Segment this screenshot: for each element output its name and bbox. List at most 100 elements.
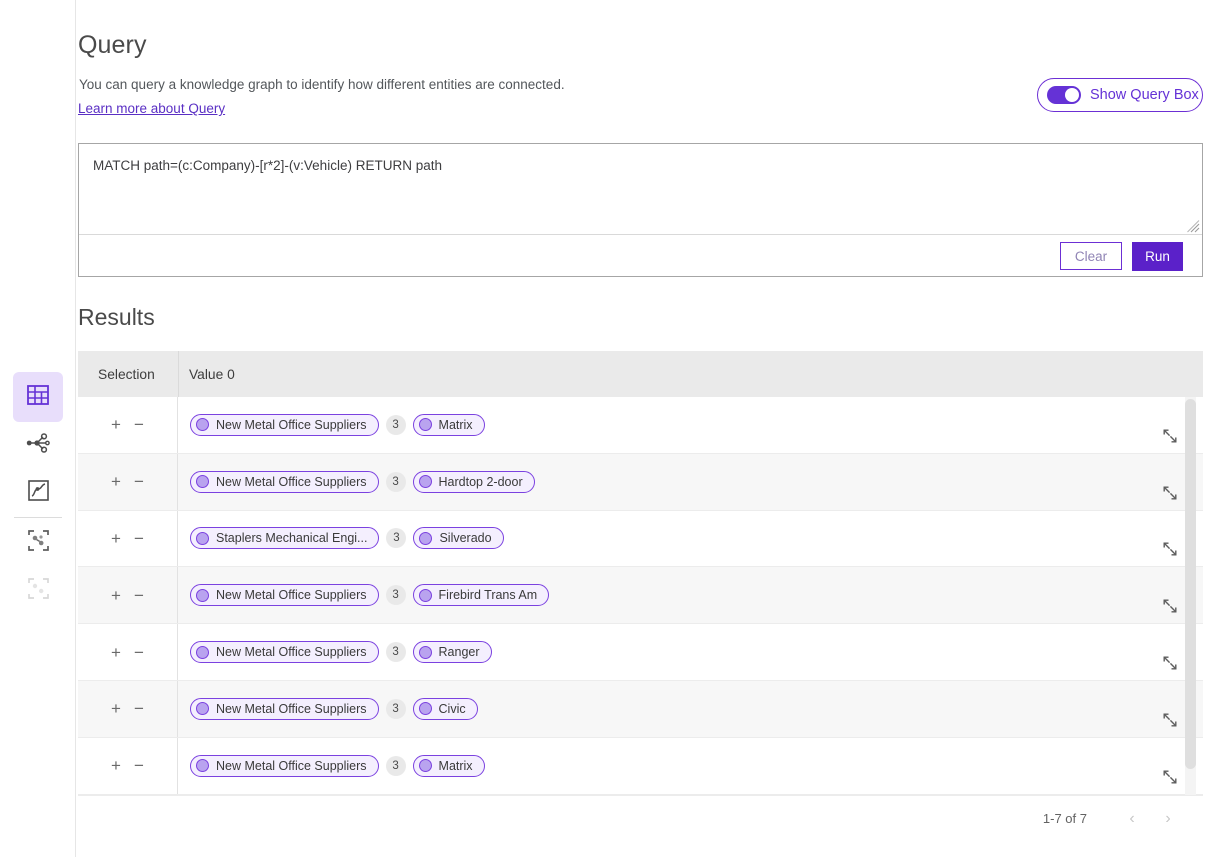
relationship-count-badge[interactable]: 3 — [386, 472, 406, 492]
learn-more-link[interactable]: Learn more about Query — [78, 101, 225, 116]
column-header-value-0[interactable]: Value 0 — [189, 351, 235, 397]
target-entity-chip[interactable]: Matrix — [413, 414, 485, 436]
toggle-switch-knob — [1065, 88, 1079, 102]
textarea-resize-handle[interactable] — [1187, 220, 1200, 233]
expand-diagonal-icon[interactable] — [1161, 768, 1179, 786]
rail-item-map[interactable] — [13, 468, 63, 518]
remove-row-button[interactable]: − — [132, 757, 146, 774]
add-row-button[interactable]: + — [109, 416, 123, 433]
node-circle-icon — [419, 475, 432, 488]
relationship-count-badge[interactable]: 3 — [386, 585, 406, 605]
target-entity-chip[interactable]: Civic — [413, 698, 478, 720]
remove-row-button[interactable]: − — [132, 473, 146, 490]
source-entity-chip-label: New Metal Office Suppliers — [216, 588, 367, 602]
expand-diagonal-icon[interactable] — [1161, 711, 1179, 729]
add-row-button[interactable]: + — [109, 644, 123, 661]
target-entity-chip[interactable]: Matrix — [413, 755, 485, 777]
relationship-count-badge[interactable]: 3 — [386, 415, 406, 435]
source-entity-chip[interactable]: New Metal Office Suppliers — [190, 414, 379, 436]
expand-diagonal-icon[interactable] — [1161, 654, 1179, 672]
table-row[interactable]: +− Staplers Mechanical Engi... 3 Silverado — [78, 511, 1203, 568]
node-circle-icon — [419, 759, 432, 772]
show-query-box-toggle[interactable]: Show Query Box — [1037, 78, 1203, 112]
page-title: Query — [78, 31, 147, 60]
table-footer: 1-7 of 7 ‹ › — [78, 795, 1203, 841]
target-entity-chip[interactable]: Ranger — [413, 641, 492, 663]
target-entity-chip[interactable]: Silverado — [413, 527, 503, 549]
add-row-button[interactable]: + — [109, 757, 123, 774]
expand-diagonal-icon[interactable] — [1161, 540, 1179, 558]
column-header-selection[interactable]: Selection — [98, 351, 155, 397]
source-entity-chip[interactable]: New Metal Office Suppliers — [190, 471, 379, 493]
value-cell: New Metal Office Suppliers 3 Matrix — [190, 738, 485, 794]
source-entity-chip[interactable]: New Metal Office Suppliers — [190, 755, 379, 777]
add-row-button[interactable]: + — [109, 473, 123, 490]
graph-frame-icon — [28, 530, 49, 556]
source-entity-chip[interactable]: Staplers Mechanical Engi... — [190, 527, 379, 549]
selection-cell: +− — [78, 567, 178, 623]
rail-item-graph[interactable] — [13, 420, 63, 470]
results-title: Results — [78, 304, 155, 331]
rail-item-placeholder[interactable] — [13, 566, 63, 616]
table-row[interactable]: +− New Metal Office Suppliers 3 Matrix — [78, 738, 1203, 795]
node-circle-icon — [196, 532, 209, 545]
selection-cell: +− — [78, 681, 178, 737]
query-box-divider — [79, 234, 1202, 235]
expand-diagonal-icon[interactable] — [1161, 597, 1179, 615]
page-description: You can query a knowledge graph to ident… — [79, 77, 565, 92]
node-circle-icon — [196, 702, 209, 715]
expand-diagonal-icon[interactable] — [1161, 427, 1179, 445]
previous-page-button[interactable]: ‹ — [1119, 806, 1145, 832]
query-input[interactable] — [91, 155, 1181, 233]
relationship-count-badge[interactable]: 3 — [386, 756, 406, 776]
next-page-button[interactable]: › — [1155, 806, 1181, 832]
value-cell: Staplers Mechanical Engi... 3 Silverado — [190, 511, 504, 567]
rail-item-table[interactable] — [13, 372, 63, 422]
add-row-button[interactable]: + — [109, 530, 123, 547]
table-row[interactable]: +− New Metal Office Suppliers 3 Hardtop 2-d… — [78, 454, 1203, 511]
source-entity-chip-label: New Metal Office Suppliers — [216, 645, 367, 659]
table-row[interactable]: +− New Metal Office Suppliers 3 Civic — [78, 681, 1203, 738]
target-entity-chip-label: Matrix — [439, 759, 473, 773]
add-row-button[interactable]: + — [109, 700, 123, 717]
source-entity-chip-label: New Metal Office Suppliers — [216, 475, 367, 489]
map-chart-icon — [28, 480, 49, 506]
node-circle-icon — [196, 475, 209, 488]
relationship-count-badge[interactable]: 3 — [386, 642, 406, 662]
node-circle-icon — [419, 532, 432, 545]
relationship-count-badge[interactable]: 3 — [386, 528, 406, 548]
relationship-count-badge[interactable]: 3 — [386, 699, 406, 719]
value-cell: New Metal Office Suppliers 3 Civic — [190, 681, 478, 737]
network-graph-icon — [26, 432, 50, 459]
remove-row-button[interactable]: − — [132, 416, 146, 433]
table-row[interactable]: +− New Metal Office Suppliers 3 Matrix — [78, 397, 1203, 454]
source-entity-chip-label: Staplers Mechanical Engi... — [216, 531, 367, 545]
left-icon-rail — [0, 0, 76, 857]
value-cell: New Metal Office Suppliers 3 Hardtop 2-doo… — [190, 454, 535, 510]
remove-row-button[interactable]: − — [132, 530, 146, 547]
toggle-switch-track[interactable] — [1047, 86, 1081, 104]
remove-row-button[interactable]: − — [132, 587, 146, 604]
source-entity-chip[interactable]: New Metal Office Suppliers — [190, 641, 379, 663]
source-entity-chip[interactable]: New Metal Office Suppliers — [190, 584, 379, 606]
expand-diagonal-icon[interactable] — [1161, 484, 1179, 502]
rail-item-graph-frame[interactable] — [13, 518, 63, 568]
table-row[interactable]: +− New Metal Office Suppliers 3 Ranger — [78, 624, 1203, 681]
clear-button[interactable]: Clear — [1060, 242, 1122, 270]
target-entity-chip[interactable]: Firebird Trans Am — [413, 584, 550, 606]
value-cell: New Metal Office Suppliers 3 Firebird Tran… — [190, 567, 549, 623]
results-table: Selection Value 0 +−New Metal Office Sup… — [78, 351, 1203, 841]
target-entity-chip[interactable]: Hardtop 2-door — [413, 471, 535, 493]
table-scrollbar-thumb[interactable] — [1185, 399, 1196, 769]
table-row[interactable]: +− New Metal Office Suppliers 3 Firebird Tr… — [78, 567, 1203, 624]
add-row-button[interactable]: + — [109, 587, 123, 604]
target-entity-chip-label: Ranger — [439, 645, 480, 659]
node-circle-icon — [196, 589, 209, 602]
remove-row-button[interactable]: − — [132, 644, 146, 661]
node-circle-icon — [419, 418, 432, 431]
remove-row-button[interactable]: − — [132, 700, 146, 717]
source-entity-chip[interactable]: New Metal Office Suppliers — [190, 698, 379, 720]
run-button[interactable]: Run — [1132, 242, 1183, 271]
source-entity-chip-label: New Metal Office Suppliers — [216, 702, 367, 716]
table-body: +−New Metal Office Suppliers3Matrix+−New… — [78, 397, 1203, 795]
